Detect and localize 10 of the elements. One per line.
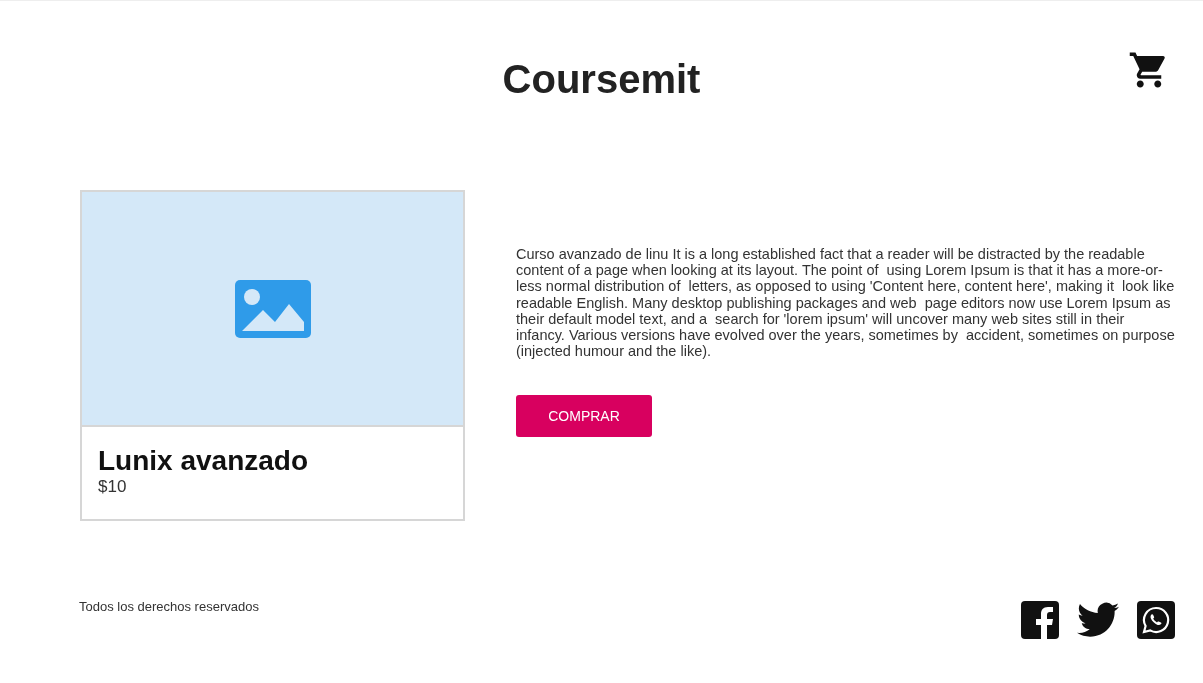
copyright-text: Todos los derechos reservados xyxy=(79,599,259,614)
site-title: Coursemit xyxy=(502,57,701,102)
course-description: Curso avanzado de linu It is a long established fact that a reader will be distracted by the readable content of a page when looking at its layout. The point of using Lorem Ipsum is that it has a more-or-less normal distribution of letters, as opposed to using 'Content here, content here', making it look like readable English. Many desktop publishing packages and web page editors now use Lorem Ipsum as their default model text, and a search for 'lorem ipsum' will uncover many web sites still in their infancy. Various versions have evolved over the years, sometimes by accident, sometimes on purpose (injected humour and the like). xyxy=(516,246,1176,360)
whatsapp-icon[interactable] xyxy=(1137,601,1175,639)
course-price: $10 xyxy=(98,477,128,497)
buy-button[interactable]: COMPRAR xyxy=(516,395,652,438)
image-icon xyxy=(234,279,311,338)
twitter-icon[interactable] xyxy=(1077,602,1119,638)
facebook-icon[interactable] xyxy=(1021,601,1059,639)
course-name: Lunix avanzado xyxy=(98,445,310,477)
